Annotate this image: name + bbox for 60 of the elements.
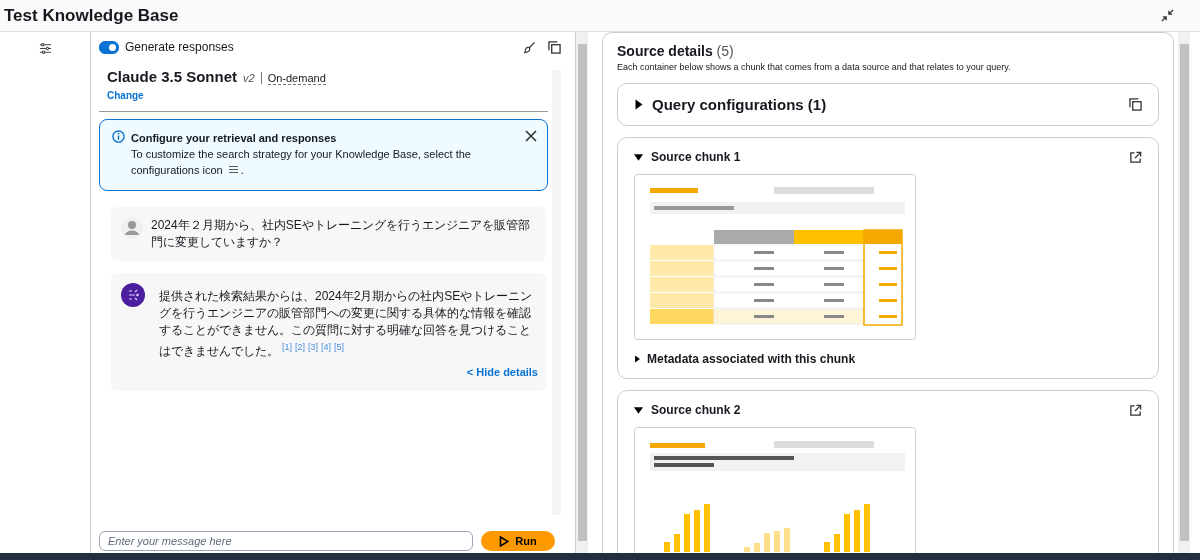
alert-text-end: . [240,164,244,176]
model-version: v2 [243,72,262,84]
hide-details-link[interactable]: < Hide details [466,366,538,378]
bar [764,533,770,552]
bar [844,514,850,552]
assistant-avatar-icon [121,283,145,307]
alert-text: To customize the search strategy for your Knowledge Base, select the [131,147,472,162]
bar [684,514,690,552]
bar [774,531,780,552]
bar [704,504,710,552]
citation-link[interactable]: [2] [295,342,306,352]
close-icon[interactable] [525,130,537,142]
bar [834,534,840,552]
user-avatar-icon [121,217,143,239]
scrollbar[interactable] [1178,32,1190,553]
info-icon [112,130,125,143]
external-link-icon[interactable] [1129,150,1142,164]
toggle-label: Generate responses [125,40,234,54]
throughput-mode[interactable]: On-demand [267,72,326,85]
query-config-label[interactable]: Query configurations (1) [652,96,1121,113]
bar [744,547,750,552]
caret-icon[interactable] [634,152,643,162]
run-button[interactable]: Run [481,531,555,551]
play-icon [499,535,510,547]
bar [784,528,790,552]
change-link[interactable]: Change [107,90,144,101]
scrollbar[interactable] [576,32,588,553]
bar [694,510,700,552]
citation-link[interactable]: [1] [282,342,292,352]
copy-icon[interactable] [548,40,561,54]
bar [664,542,670,552]
citation-link[interactable]: [3] [308,342,319,352]
bar [824,542,830,552]
message-input[interactable]: Enter your message here [99,531,473,551]
external-link-icon[interactable] [1129,403,1142,417]
chunk-label[interactable]: Source chunk 1 [651,150,1121,164]
alert-title: Configure your retrieval and responses [131,131,338,146]
bar [854,510,860,552]
citation-link[interactable]: [5] [334,342,345,352]
section-title: Source details (5) [617,43,735,59]
caret-icon[interactable] [634,405,643,415]
section-description: Each container below shows a chunk that comes from a data source and that relates to your query. [617,62,1012,72]
toggle-switch[interactable] [99,40,119,54]
collapse-arrows-icon[interactable] [1161,9,1174,22]
brush-icon[interactable] [523,40,536,54]
settings-sliders-icon [227,165,239,174]
caret-icon[interactable] [634,99,644,110]
copy-icon[interactable] [1129,98,1142,111]
alert-text: configurations icon [131,164,223,176]
chunk-label[interactable]: Source chunk 2 [651,403,1121,417]
bar [754,543,760,552]
bar [864,504,870,552]
user-message: 2024年２月期から、社内SEやトレーニングを行うエンジニアを販管部門に変更していますか？ [151,217,531,251]
settings-sliders-icon[interactable] [38,42,52,55]
caret-icon[interactable] [634,355,641,363]
bar [674,534,680,552]
citation-link[interactable]: [4] [321,342,332,352]
model-name: Claude 3.5 Sonnet [107,68,238,85]
metadata-toggle[interactable]: Metadata associated with this chunk [647,352,856,366]
page-title: Test Knowledge Base [4,5,179,26]
